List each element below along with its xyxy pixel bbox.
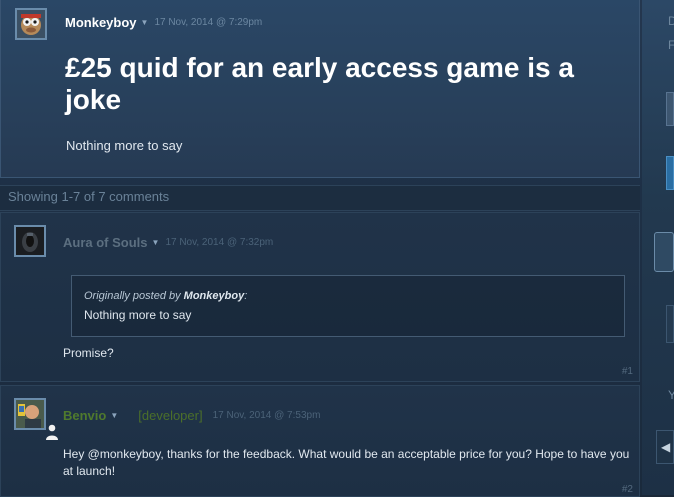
op-author-row: Monkeyboy ▼ 17 Nov, 2014 @ 7:29pm	[65, 15, 262, 30]
sidebar-nav-button[interactable]: ◀	[656, 430, 674, 464]
chevron-down-icon[interactable]: ▼	[152, 238, 160, 247]
comment-timestamp: 17 Nov, 2014 @ 7:53pm	[212, 410, 321, 421]
quote-prefix: Originally posted by	[84, 290, 181, 302]
sidebar-letter: Y	[668, 388, 674, 402]
sidebar-letter: F	[668, 38, 674, 52]
page-title: £25 quid for an early access game is a j…	[65, 52, 574, 115]
comment-card: Aura of Souls ▼ 17 Nov, 2014 @ 7:32pm Or…	[0, 212, 640, 382]
developer-tag: [developer]	[138, 408, 203, 423]
comment-count-bar: Showing 1-7 of 7 comments	[0, 185, 640, 211]
sidebar-button[interactable]	[666, 92, 674, 126]
sidebar-button[interactable]	[666, 156, 674, 190]
quote-author: Monkeyboy	[183, 290, 245, 302]
quote-block: Originally posted by Monkeyboy: Nothing …	[71, 275, 625, 337]
avatar[interactable]	[15, 8, 47, 40]
person-icon	[46, 424, 58, 440]
comment-text: Promise?	[63, 346, 114, 360]
dark-character-avatar-icon	[16, 227, 44, 255]
comment-card: Benvio ▼ [developer] 17 Nov, 2014 @ 7:53…	[0, 385, 640, 497]
sidebar-panel	[666, 305, 674, 343]
chevron-down-icon[interactable]: ▼	[141, 18, 149, 27]
comment-text: Hey @monkeyboy, thanks for the feedback.…	[63, 447, 630, 478]
comment-author-name[interactable]: Aura of Souls	[63, 235, 148, 250]
comment-author-row: Aura of Souls ▼ 17 Nov, 2014 @ 7:32pm	[63, 235, 273, 250]
op-author-name[interactable]: Monkeyboy	[65, 15, 137, 30]
avatar[interactable]	[14, 398, 46, 430]
monkey-avatar-icon	[17, 10, 45, 38]
comment-timestamp: 17 Nov, 2014 @ 7:32pm	[165, 237, 274, 248]
sidebar-search-input[interactable]	[654, 232, 674, 272]
discussion-column: Monkeyboy ▼ 17 Nov, 2014 @ 7:29pm £25 qu…	[0, 0, 642, 497]
original-post: Monkeyboy ▼ 17 Nov, 2014 @ 7:29pm £25 qu…	[0, 0, 640, 178]
chevron-down-icon[interactable]: ▼	[110, 411, 118, 420]
op-body-text: Nothing more to say	[66, 138, 183, 153]
comment-number[interactable]: #1	[622, 366, 633, 377]
op-timestamp: 17 Nov, 2014 @ 7:29pm	[154, 17, 263, 28]
chevron-left-icon: ◀	[661, 440, 671, 454]
developer-avatar-icon	[16, 400, 44, 428]
quote-header: Originally posted by Monkeyboy:	[84, 290, 248, 302]
sidebar-letter: D	[668, 14, 674, 28]
quote-text: Nothing more to say	[84, 308, 192, 322]
comment-count-text: Showing 1-7 of 7 comments	[8, 189, 170, 204]
comment-author-name[interactable]: Benvio	[63, 408, 106, 423]
comment-author-row: Benvio ▼ [developer] 17 Nov, 2014 @ 7:53…	[63, 408, 320, 423]
avatar[interactable]	[14, 225, 46, 257]
right-sidebar: D F Y ◀	[642, 0, 674, 495]
comment-number[interactable]: #2	[622, 484, 633, 495]
